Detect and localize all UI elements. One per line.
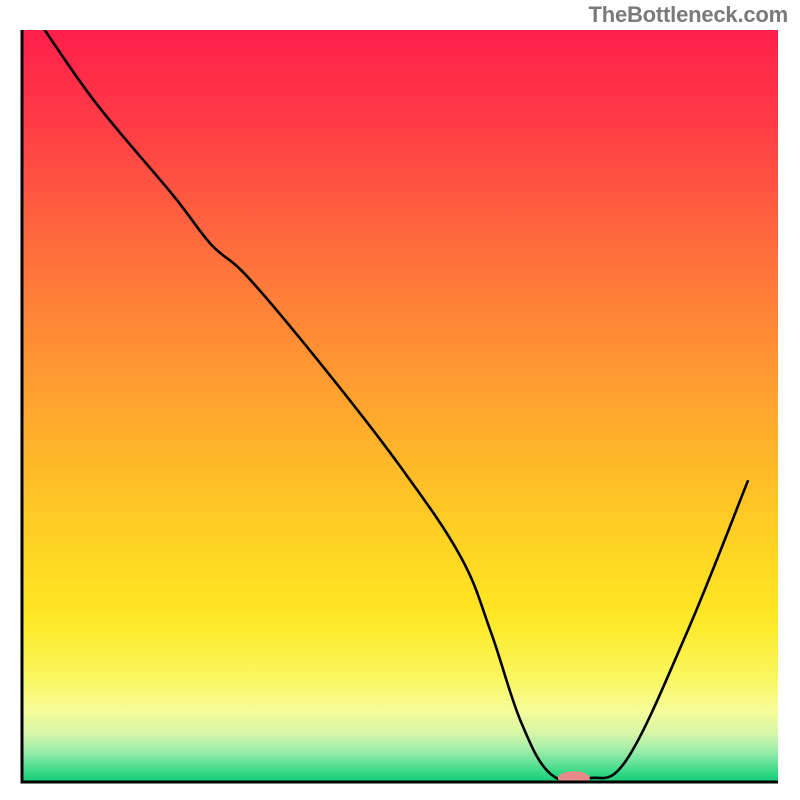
gradient-background xyxy=(22,30,778,782)
watermark-text: TheBottleneck.com xyxy=(588,2,788,28)
bottleneck-chart xyxy=(0,0,800,800)
chart-container: { "watermark": "TheBottleneck.com", "cha… xyxy=(0,0,800,800)
